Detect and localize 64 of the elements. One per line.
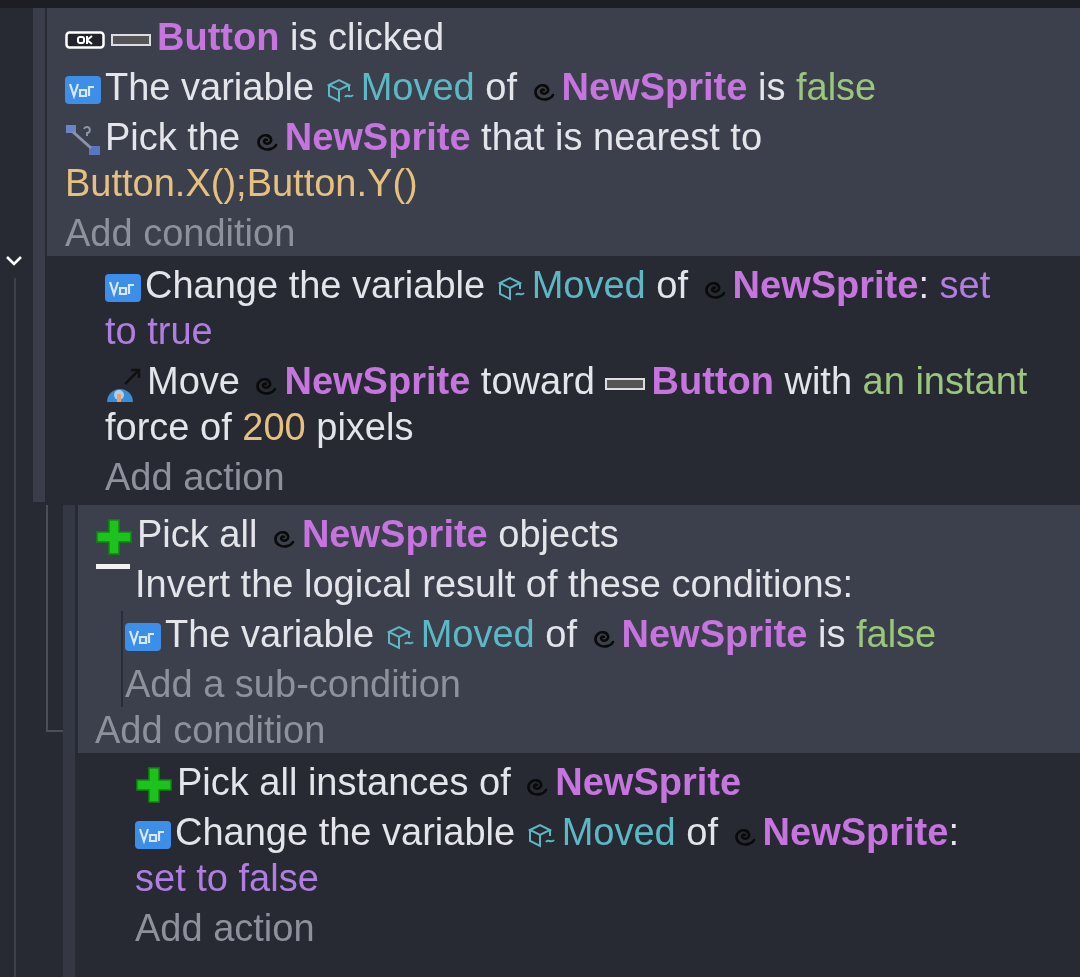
operation-text: to true (105, 310, 213, 352)
object-name: NewSprite (284, 116, 471, 158)
value-text: false (795, 66, 877, 108)
instruction-text: Pick all (137, 513, 259, 555)
object-name: Button (157, 16, 280, 58)
variable-name: Moved (420, 613, 535, 655)
operation-text: set (939, 264, 991, 306)
button-object-icon (111, 32, 151, 47)
object-name: NewSprite (301, 513, 488, 555)
instruction-text: The variable (105, 66, 316, 108)
instruction-text: is (756, 66, 787, 108)
pick-nearest-icon (65, 123, 101, 156)
invert-icon (95, 563, 131, 571)
instruction-text: Invert the logical result of these conditions: (135, 563, 854, 605)
instruction-text: Move (147, 360, 241, 402)
object-name: NewSprite (762, 811, 949, 853)
variable-icon (125, 622, 161, 651)
add-action-link[interactable]: Add action (135, 905, 1040, 951)
instruction-text: : (918, 264, 930, 306)
instruction-text: of (655, 264, 689, 306)
plus-icon (95, 517, 133, 556)
instruction-text: of (544, 613, 578, 655)
object-name: NewSprite (284, 360, 471, 402)
instruction-text: that is nearest to (480, 116, 763, 158)
value-text: false (855, 613, 937, 655)
button-object-icon (605, 376, 646, 391)
object-name: NewSprite (555, 761, 742, 803)
value-text: an (862, 360, 905, 402)
instruction-text: Change the variable (175, 811, 517, 853)
instruction-text: force of (105, 406, 233, 448)
plus-icon (135, 765, 173, 804)
object-name: NewSprite (732, 264, 919, 306)
instruction-text: Pick all instances of (177, 761, 512, 803)
instruction-text: The variable (165, 613, 376, 655)
instruction-text: objects (497, 513, 619, 555)
add-condition-link[interactable]: Add condition (95, 707, 1074, 753)
expression-text: 200 (242, 406, 306, 448)
variable-icon (65, 75, 101, 104)
chevron-icon[interactable] (4, 254, 24, 268)
expression-text: Button.X();Button.Y() (65, 162, 418, 204)
ok-button-icon (65, 30, 105, 49)
value-text: instant (915, 360, 1028, 402)
variable-icon (135, 820, 171, 849)
variable-name: Moved (531, 264, 646, 306)
instruction-text: Change the variable (145, 264, 487, 306)
instruction-text: of (484, 66, 518, 108)
object-name: NewSprite (621, 613, 808, 655)
instruction-text: with (783, 360, 853, 402)
instruction-text: of (685, 811, 719, 853)
add-condition-link[interactable]: Add condition (65, 210, 1074, 256)
variable-name: Moved (360, 66, 475, 108)
instruction-text: pixels (315, 406, 414, 448)
instruction-text: is (816, 613, 847, 655)
object-name: NewSprite (561, 66, 748, 108)
instruction-text: : (948, 811, 959, 853)
add-action-link[interactable]: Add action (105, 454, 1040, 500)
instruction-text: is clicked (288, 16, 445, 58)
object-name: Button (651, 360, 774, 402)
add-sub-condition-link[interactable]: Add a sub-condition (125, 661, 1074, 707)
variable-icon (105, 273, 141, 302)
instruction-text: Pick the (105, 116, 242, 158)
operation-text: set to false (135, 857, 319, 899)
variable-name: Moved (561, 811, 676, 853)
instruction-text: toward (479, 360, 596, 402)
